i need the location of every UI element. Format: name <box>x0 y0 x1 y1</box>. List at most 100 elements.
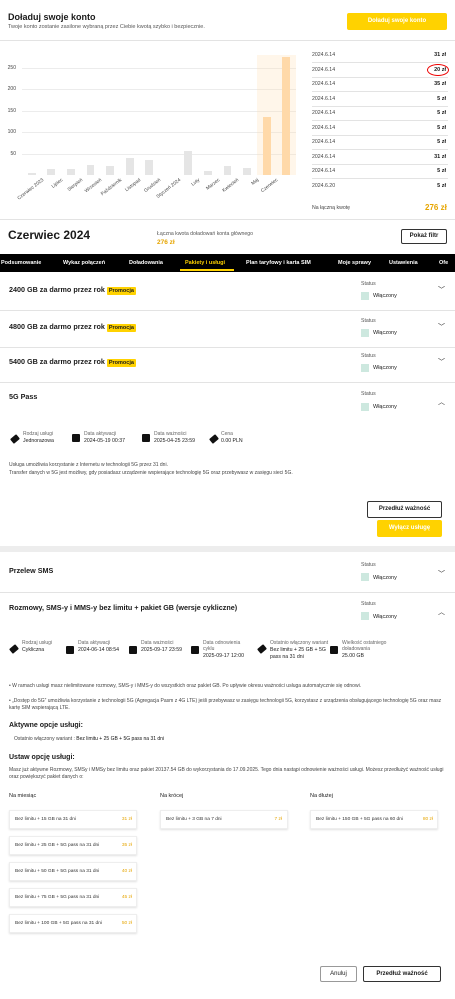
divider <box>312 105 448 107</box>
detail-label: Cena <box>221 431 233 437</box>
y-tick-label: 50 <box>10 150 16 157</box>
divider <box>312 76 448 78</box>
chart-bar <box>145 160 154 175</box>
set-options-heading: Ustaw opcję usługi: <box>9 754 75 761</box>
chevron-down-icon[interactable]: ﹀ <box>438 357 445 367</box>
option-label: Bez limitu + 75 GB + 5G pass na 31 dni <box>15 895 100 900</box>
status-label: Status <box>361 391 376 397</box>
history-amount: 5 zł <box>437 95 446 102</box>
promo-badge: Promocja <box>106 359 136 367</box>
calendar-icon <box>330 646 338 654</box>
cancel-button[interactable]: Anuluj <box>320 966 357 982</box>
tab-tariff[interactable]: Plan taryfowy i karta SIM <box>246 260 311 266</box>
detail-label: Data aktywacji <box>84 431 117 437</box>
price-tag-icon <box>209 434 219 444</box>
history-sum-value: 276 zł <box>425 203 447 212</box>
chart-bar <box>243 167 251 175</box>
status-value: Włączony <box>373 614 397 620</box>
history-amount: 31 zł <box>434 153 446 160</box>
unlimited-bullet: • „Dostęp do 5G” umożliwia korzystanie z… <box>9 698 442 711</box>
history-amount: 35 zł <box>434 81 446 87</box>
active-options-heading: Aktywne opcje usługi: <box>9 722 83 729</box>
option-price: 7 zł <box>274 817 282 822</box>
status-value: Włączony <box>373 404 397 410</box>
recharge-title: Doładuj swoje konto <box>8 12 96 22</box>
tab-my-matters[interactable]: Moje sprawy <box>338 260 371 266</box>
tab-summary[interactable]: Podsumowanie <box>1 260 41 266</box>
pass5g-title[interactable]: 5G Pass <box>9 392 37 401</box>
history-date: 2024.6.14 <box>312 153 336 160</box>
status-label: Status <box>361 353 376 359</box>
divider <box>0 310 455 311</box>
column-longer: Na dłużej <box>310 793 333 799</box>
status-label: Status <box>361 601 376 607</box>
status-value: Włączony <box>373 330 397 336</box>
status-indicator <box>361 364 369 372</box>
month-sum-value: 276 zł <box>157 239 175 246</box>
chevron-down-icon[interactable]: ﹀ <box>438 569 445 579</box>
divider <box>0 592 455 593</box>
option-label: Bez limitu + 50 GB + 5G pass na 31 dni <box>15 869 100 874</box>
history-amount: 5 zł <box>437 124 446 131</box>
status-label: Status <box>361 318 376 324</box>
chevron-up-icon[interactable]: ︿ <box>438 607 445 617</box>
tab-packages[interactable]: Pakiety i usługi <box>185 260 225 266</box>
detail-value: 2024-05-19 00:37 <box>84 438 125 444</box>
history-date: 2024.6.14 <box>312 139 336 145</box>
unlimited-title[interactable]: Rozmowy, SMS-y i MMS-y bez limitu + paki… <box>9 603 237 612</box>
package-title[interactable]: 5400 GB za darmo przez rok Promocja <box>9 357 136 367</box>
disable-service-button[interactable]: Wyłącz usługę <box>377 520 442 537</box>
extend-validity-button[interactable]: Przedłuż ważność <box>367 501 442 518</box>
set-options-description: Masz już aktywne Rozmowy, SMSy i MMSy be… <box>9 767 444 780</box>
history-date: 2024.6.14 <box>312 124 336 131</box>
detail-value: 25.00 GB <box>342 653 364 659</box>
extend-validity-button[interactable]: Przedłuż ważność <box>363 966 441 982</box>
sms-transfer-title[interactable]: Przelew SMS <box>9 566 53 575</box>
option-label: Bez limitu + 3 GB na 7 dni <box>166 817 222 822</box>
tab-settings[interactable]: Ustawienia <box>389 260 418 266</box>
tab-call-log[interactable]: Wykaz połączeń <box>63 260 105 266</box>
chevron-down-icon[interactable]: ﹀ <box>438 322 445 332</box>
highlight-column <box>256 55 296 175</box>
history-date: 2024.6.14 <box>312 168 336 174</box>
chevron-up-icon[interactable]: ︿ <box>438 397 445 407</box>
active-variant: Ostatnio włączony wariant : Bez limitu +… <box>14 736 165 742</box>
calendar-icon <box>129 646 137 654</box>
detail-label: Data odnowienia cyklu <box>203 640 241 652</box>
chart-bar <box>106 166 114 175</box>
pass5g-description: Transfer danych w 5G jest możliwy, gdy p… <box>9 470 293 476</box>
tab-recharges[interactable]: Doładowania <box>129 260 163 266</box>
gridline <box>22 132 296 134</box>
promo-badge: Promocja <box>106 287 136 295</box>
option-price: 31 zł <box>121 817 132 822</box>
tab-offers[interactable]: Ofe <box>439 260 448 266</box>
divider <box>312 91 448 92</box>
divider <box>0 40 455 41</box>
chart-bar <box>27 172 36 175</box>
package-title[interactable]: 4800 GB za darmo przez rok Promocja <box>9 322 136 332</box>
recharge-chart: 250 200 150 100 50 Czerwiec 2023 Lipiec Sierpie… <box>0 50 300 210</box>
detail-value: Jednorazowa <box>23 438 54 444</box>
month-title: Czerwiec 2024 <box>8 228 91 242</box>
y-tick-label: 200 <box>7 86 16 93</box>
option-label: Bez limitu + 150 GB + 5G pass na 60 dni <box>316 817 403 822</box>
status-indicator <box>361 403 369 411</box>
show-filter-button[interactable]: Pokaż filtr <box>401 229 447 244</box>
chart-bar <box>184 151 193 175</box>
status-value: Włączony <box>373 365 397 371</box>
recharge-button[interactable]: Doładuj swoje konto <box>347 13 447 30</box>
highlight-circle <box>427 63 449 76</box>
gridline <box>22 153 296 155</box>
status-indicator <box>361 573 369 581</box>
month-sum-label: Łączna kwota doładowań konta głównego <box>157 231 254 237</box>
recharge-history: 2024.6.14 31 zł 2024.6.14 20 zł 2024.6.14 35 … <box>312 52 449 202</box>
section-gap <box>0 546 455 552</box>
detail-label: Rodzaj usługi <box>22 640 53 646</box>
divider <box>312 62 448 63</box>
chart-bar <box>47 169 56 175</box>
package-title[interactable]: 2400 GB za darmo przez rok Promocja <box>9 285 136 295</box>
status-label: Status <box>361 562 376 568</box>
detail-value: Bez limitu + 25 GB + 5G pass na 31 dni <box>270 647 326 660</box>
pass5g-description: Usługa umożliwia korzystanie z Internetu… <box>9 462 168 468</box>
chevron-down-icon[interactable]: ﹀ <box>438 285 445 295</box>
